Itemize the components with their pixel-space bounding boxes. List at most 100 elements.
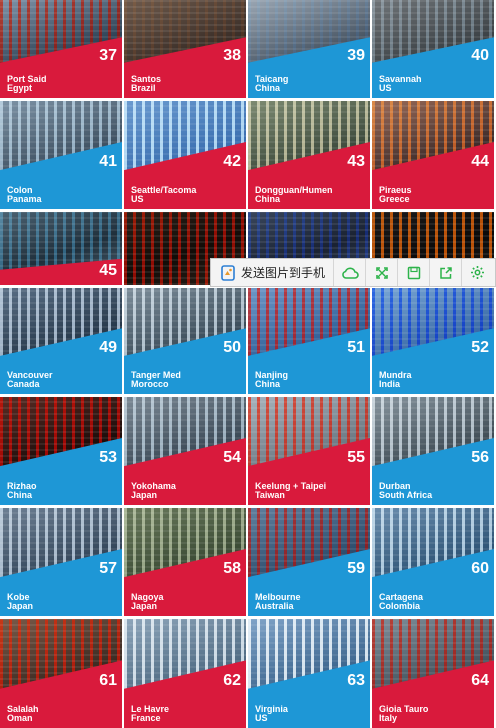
port-country: US <box>255 713 268 723</box>
port-tile[interactable]: 53 Rizhao China <box>0 397 122 505</box>
port-country: Brazil <box>131 83 156 93</box>
port-tile[interactable]: 50 Tanger Med Morocco <box>124 288 246 394</box>
port-name-block: Taicang China <box>255 75 288 93</box>
send-to-phone-label: 发送图片到手机 <box>241 266 326 280</box>
port-tile[interactable]: 45 <box>0 212 122 285</box>
port-name-block: Colon Panama <box>7 186 42 204</box>
port-country: Taiwan <box>255 490 285 500</box>
port-tile[interactable]: 60 Cartagena Colombia <box>372 508 494 616</box>
port-country: Greece <box>379 194 410 204</box>
port-tile[interactable]: 54 Yokohama Japan <box>124 397 246 505</box>
port-rank: 53 <box>99 449 117 466</box>
port-name-block: Yokohama Japan <box>131 482 176 500</box>
port-name-block: Vancouver Canada <box>7 371 53 389</box>
port-rank: 56 <box>471 449 489 466</box>
port-tile[interactable]: 55 Keelung + Taipei Taiwan <box>248 397 370 505</box>
port-tile[interactable]: 49 Vancouver Canada <box>0 288 122 394</box>
port-country: China <box>7 490 33 500</box>
port-rank: 50 <box>223 339 241 356</box>
port-tile[interactable]: 59 Melbourne Australia <box>248 508 370 616</box>
port-rank: 61 <box>99 672 117 689</box>
port-tile[interactable]: 37 Port Said Egypt <box>0 0 122 98</box>
port-name-block: Nanjing China <box>255 371 288 389</box>
port-tile[interactable]: 42 Seattle/Tacoma US <box>124 101 246 209</box>
port-name-block: Durban South Africa <box>379 482 432 500</box>
port-tile[interactable]: 39 Taicang China <box>248 0 370 98</box>
port-rank: 58 <box>223 560 241 577</box>
port-country: France <box>131 713 161 723</box>
port-name-block: Cartagena Colombia <box>379 593 423 611</box>
save-icon <box>407 266 420 279</box>
port-rank: 64 <box>471 672 489 689</box>
port-name-block: Rizhao China <box>7 482 37 500</box>
settings-icon <box>471 266 485 279</box>
port-country: China <box>255 83 281 93</box>
port-country: China <box>255 379 281 389</box>
port-country: Japan <box>7 601 34 611</box>
port-country: US <box>131 194 144 204</box>
port-country: China <box>255 194 281 204</box>
phone-image-icon <box>221 264 235 281</box>
image-toolbar: 发送图片到手机 <box>210 258 496 287</box>
send-to-phone-button[interactable]: 发送图片到手机 <box>211 259 335 286</box>
port-grid: 37 Port Said Egypt 38 Santos Brazil 39 Taicang C… <box>0 0 496 728</box>
port-rank: 59 <box>347 560 365 577</box>
expand-icon <box>375 266 388 279</box>
port-country: Panama <box>7 194 42 204</box>
port-country: Japan <box>131 490 158 500</box>
port-name-block: Kobe Japan <box>7 593 33 611</box>
port-name-block: Santos Brazil <box>131 75 161 93</box>
port-rank: 62 <box>223 672 241 689</box>
port-tile[interactable]: 40 Savannah US <box>372 0 494 98</box>
port-name-block: Seattle/Tacoma US <box>131 186 196 204</box>
port-tile[interactable]: 52 Mundra India <box>372 288 494 394</box>
save-button[interactable] <box>398 259 431 286</box>
port-name-block: Keelung + Taipei Taiwan <box>255 482 326 500</box>
port-country: Morocco <box>131 379 169 389</box>
expand-button[interactable] <box>366 259 399 286</box>
port-tile[interactable]: 51 Nanjing China <box>248 288 370 394</box>
port-rank: 49 <box>99 339 117 356</box>
port-tile[interactable]: 61 Salalah Oman <box>0 619 122 728</box>
port-rank: 37 <box>99 47 117 64</box>
port-name-block: Dongguan/Humen China <box>255 186 333 204</box>
port-rank: 42 <box>223 153 241 170</box>
port-country: India <box>379 379 401 389</box>
port-country: South Africa <box>379 490 433 500</box>
port-rank: 55 <box>347 449 365 466</box>
port-name-block: Piraeus Greece <box>379 186 412 204</box>
port-name-block: Port Said Egypt <box>7 75 47 93</box>
cloud-icon <box>341 267 359 279</box>
port-rank: 52 <box>471 339 489 356</box>
port-tile[interactable]: 43 Dongguan/Humen China <box>248 101 370 209</box>
port-rank: 40 <box>471 47 489 64</box>
port-rank: 44 <box>471 153 489 170</box>
port-rank: 41 <box>99 153 117 170</box>
port-name-block: Gioia Tauro Italy <box>379 705 428 723</box>
port-rank: 63 <box>347 672 365 689</box>
settings-button[interactable] <box>462 259 493 286</box>
port-rank: 60 <box>471 560 489 577</box>
port-tile[interactable]: 64 Gioia Tauro Italy <box>372 619 494 728</box>
port-tile[interactable]: 44 Piraeus Greece <box>372 101 494 209</box>
port-name-block: Tanger Med Morocco <box>131 371 181 389</box>
port-tile[interactable]: 58 Nagoya Japan <box>124 508 246 616</box>
port-country: Australia <box>255 601 294 611</box>
port-rank: 51 <box>347 339 365 356</box>
port-name-block: Mundra India <box>379 371 412 389</box>
port-country: Oman <box>7 713 33 723</box>
port-name-block: Le Havre France <box>131 705 169 723</box>
port-rank: 57 <box>99 560 117 577</box>
port-tile[interactable]: 38 Santos Brazil <box>124 0 246 98</box>
cloud-button[interactable] <box>334 259 367 286</box>
share-button[interactable] <box>430 259 463 286</box>
port-tile[interactable]: 57 Kobe Japan <box>0 508 122 616</box>
share-icon <box>439 266 452 279</box>
port-tile[interactable]: 62 Le Havre France <box>124 619 246 728</box>
port-tile[interactable]: 63 Virginia US <box>248 619 370 728</box>
port-country: Canada <box>7 379 40 389</box>
port-tile[interactable]: 56 Durban South Africa <box>372 397 494 505</box>
port-name-block: Melbourne Australia <box>255 593 301 611</box>
port-tile[interactable]: 41 Colon Panama <box>0 101 122 209</box>
port-name-block: Salalah Oman <box>7 705 39 723</box>
